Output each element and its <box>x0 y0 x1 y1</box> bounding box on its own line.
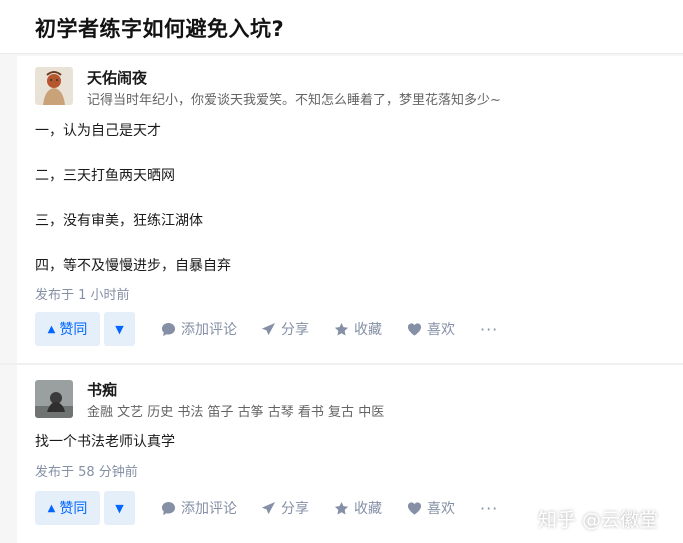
author-name[interactable]: 天佑闹夜 <box>87 67 147 88</box>
favorite-label: 收藏 <box>354 322 382 338</box>
upvote-label: 赞同 <box>59 501 88 517</box>
answer-actions: ▲ 赞同 ▼ 添加评论 分享 收藏 喜欢 ··· <box>35 312 675 346</box>
share-label: 分享 <box>281 322 309 338</box>
downvote-button[interactable]: ▼ <box>104 491 135 525</box>
author-bio: 金融 文艺 历史 书法 笛子 古筝 古琴 看书 复古 中医 <box>87 405 385 420</box>
share-button[interactable]: 分享 <box>261 312 309 346</box>
star-icon <box>334 501 349 514</box>
author-bio: 记得当时年纪小，你爱谈天我爱笑。不知怎么睡着了，梦里花落知多少~ <box>87 93 501 108</box>
comment-label: 添加评论 <box>181 322 237 338</box>
upvote-button[interactable]: ▲ 赞同 <box>35 491 100 525</box>
comment-label: 添加评论 <box>181 501 237 517</box>
more-icon: ··· <box>480 319 499 339</box>
answer-paragraph: 一，认为自己是天才 <box>35 123 161 139</box>
like-label: 喜欢 <box>427 322 455 338</box>
answer-paragraph: 二，三天打鱼两天晒网 <box>35 168 175 184</box>
triangle-down-icon: ▼ <box>115 501 124 515</box>
triangle-up-icon: ▲ <box>47 502 56 514</box>
triangle-up-icon: ▲ <box>47 323 56 335</box>
paper-plane-icon <box>261 501 276 514</box>
heart-icon <box>407 322 422 336</box>
question-header: 初学者练字如何避免入坑? <box>0 0 683 54</box>
answer-paragraph: 四，等不及慢慢进步，自暴自弃 <box>35 258 231 274</box>
watermark: 知乎 @云徽堂 <box>538 509 659 531</box>
share-button[interactable]: 分享 <box>261 491 309 525</box>
like-button[interactable]: 喜欢 <box>407 491 455 525</box>
comment-button[interactable]: 添加评论 <box>161 491 237 525</box>
question-title: 初学者练字如何避免入坑? <box>35 17 285 41</box>
upvote-label: 赞同 <box>59 322 88 338</box>
more-button[interactable]: ··· <box>480 312 498 346</box>
triangle-down-icon: ▼ <box>115 322 124 336</box>
comment-icon <box>161 322 176 336</box>
answer-timestamp[interactable]: 发布于 1 小时前 <box>35 284 130 303</box>
avatar[interactable] <box>35 380 73 418</box>
paper-plane-icon <box>261 322 276 335</box>
answer-paragraph: 找一个书法老师认真学 <box>35 434 175 450</box>
upvote-button[interactable]: ▲ 赞同 <box>35 312 100 346</box>
favorite-button[interactable]: 收藏 <box>334 312 382 346</box>
downvote-button[interactable]: ▼ <box>104 312 135 346</box>
author-name[interactable]: 书痴 <box>87 379 117 400</box>
answer-timestamp[interactable]: 发布于 58 分钟前 <box>35 461 138 480</box>
more-button[interactable]: ··· <box>480 491 498 525</box>
heart-icon <box>407 501 422 515</box>
star-icon <box>334 322 349 335</box>
share-label: 分享 <box>281 501 309 517</box>
comment-icon <box>161 501 176 515</box>
answer-paragraph: 三，没有审美，狂练江湖体 <box>35 213 203 229</box>
favorite-button[interactable]: 收藏 <box>334 491 382 525</box>
more-icon: ··· <box>480 498 499 518</box>
like-button[interactable]: 喜欢 <box>407 312 455 346</box>
avatar[interactable] <box>35 67 73 105</box>
like-label: 喜欢 <box>427 501 455 517</box>
answer-card: 天佑闹夜 记得当时年纪小，你爱谈天我爱笑。不知怎么睡着了，梦里花落知多少~ 一，… <box>17 56 683 363</box>
favorite-label: 收藏 <box>354 501 382 517</box>
comment-button[interactable]: 添加评论 <box>161 312 237 346</box>
